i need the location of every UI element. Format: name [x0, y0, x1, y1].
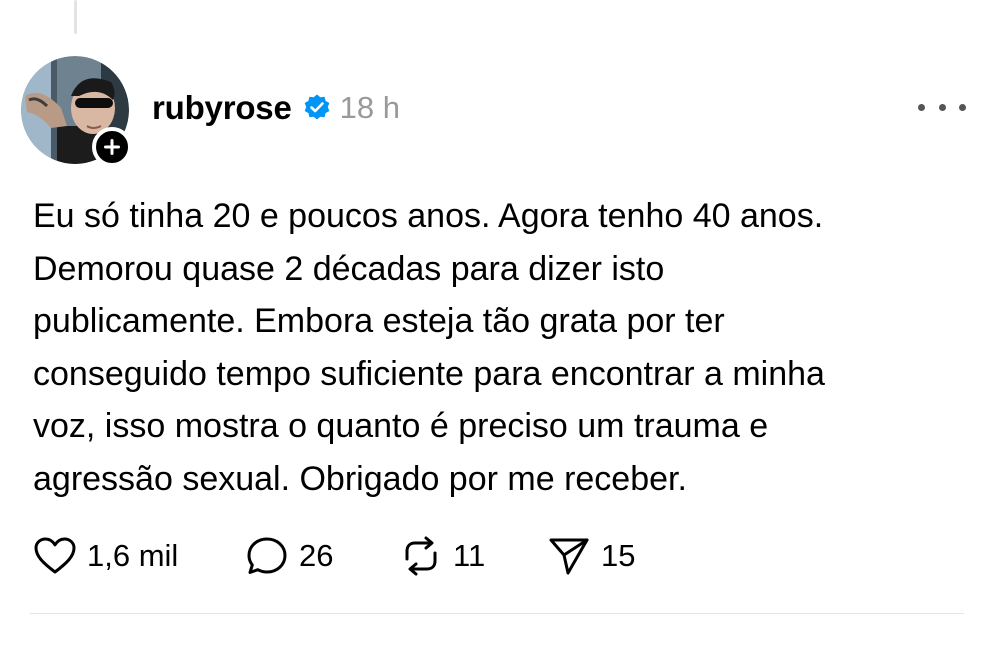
reply-count: 26 [299, 538, 334, 573]
heart-icon [34, 537, 76, 574]
divider [30, 613, 964, 614]
post-text-line: Demorou quase 2 décadas para dizer isto [33, 249, 665, 288]
thread-post-screen: rubyrose 18 h Eu só tinha 20 e poucos an… [0, 0, 984, 657]
post-actions: 1,6 mil 26 11 15 [33, 530, 667, 582]
more-horizontal-icon-dot [959, 103, 966, 111]
share-count: 15 [601, 538, 636, 573]
thread-connector-line [74, 0, 77, 34]
like-button[interactable]: 1,6 mil [33, 536, 245, 576]
repost-count: 11 [453, 538, 486, 573]
follow-button[interactable] [92, 127, 132, 167]
more-horizontal-icon [918, 103, 925, 111]
send-icon [549, 538, 589, 575]
verified-badge-icon [304, 94, 329, 120]
more-horizontal-icon-dot [938, 103, 946, 111]
comment-icon [247, 537, 287, 574]
like-count: 1,6 mil [87, 538, 179, 573]
post-text: Eu só tinha 20 e poucos anos. Agora tenh… [33, 190, 963, 505]
post-timestamp: 18 h [339, 90, 400, 125]
author-username[interactable]: rubyrose [152, 89, 292, 127]
reply-button[interactable]: 26 [245, 535, 399, 577]
post-header: rubyrose 18 h [152, 84, 400, 132]
post-text-line: voz, isso mostra o quanto é preciso um t… [33, 407, 769, 445]
repost-icon [405, 536, 437, 576]
post-text-line: agressão sexual. Obrigado por me receber… [33, 459, 687, 498]
plus-icon [104, 139, 120, 155]
post-text-line: conseguido tempo suficiente para encontr… [33, 354, 825, 393]
post-text-line: publicamente. Embora esteja tão grata po… [33, 302, 725, 340]
repost-button[interactable]: 11 [399, 535, 547, 577]
share-button[interactable]: 15 [547, 535, 667, 577]
more-options-button[interactable] [918, 92, 966, 122]
avatar-container[interactable] [21, 56, 132, 167]
post-text-line: Eu só tinha 20 e poucos anos. Agora tenh… [33, 197, 824, 235]
